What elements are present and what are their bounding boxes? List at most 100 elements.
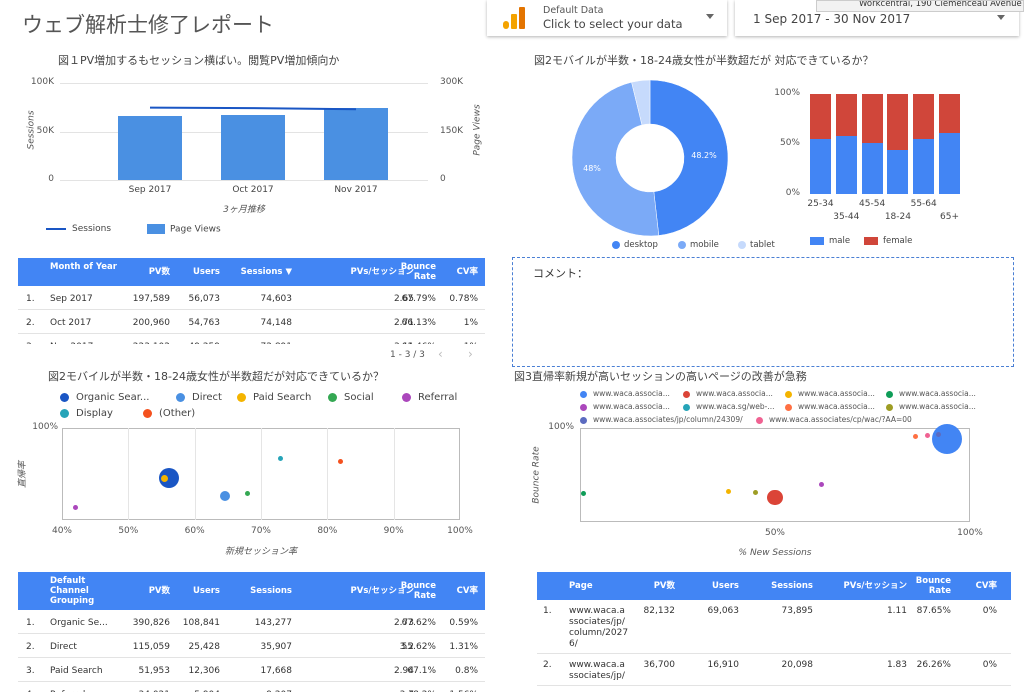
legend-dot [785, 390, 792, 398]
legend-item[interactable]: www.waca.associa... [886, 402, 976, 411]
table-cell: 143,277 [254, 618, 292, 628]
table-row[interactable]: 2. Oct 2017 200,960 54,763 74,148 2.71 66.13% 1… [18, 310, 485, 334]
female-bar [810, 94, 831, 139]
legend-item[interactable]: Referral [402, 392, 457, 403]
column-header[interactable]: Bounce Rate [398, 262, 436, 282]
male-bar [939, 133, 960, 194]
legend-item[interactable]: Paid Search [237, 392, 311, 403]
column-header[interactable]: Month of Year [50, 262, 120, 272]
legend-item[interactable]: Organic Sear... [60, 392, 149, 403]
x-tick-label: 25-34 [807, 199, 834, 209]
table-cell: 115,059 [132, 642, 170, 652]
column-header[interactable]: CV率 [442, 586, 478, 596]
device-donut-chart: 48.2% 48% [571, 79, 729, 237]
monthly-table: Month of Year PV数 Users Sessions ▼ PVs/セッション… [18, 258, 485, 344]
table-row[interactable]: 1. Organic Se... 390,826 108,841 143,277 2.73… [18, 610, 485, 634]
scatter-point[interactable] [219, 491, 230, 502]
table-cell: 54,763 [188, 318, 221, 328]
data-source-selector[interactable]: Default Data Click to select your data [487, 0, 727, 36]
male-bar [887, 150, 909, 194]
table-row[interactable]: 3. Paid Search 51,953 12,306 17,668 2.94 67.1%… [18, 658, 485, 682]
table-cell: 67.79% [401, 294, 436, 304]
x-axis-label: % New Sessions [738, 548, 812, 558]
table-row[interactable]: 2. Direct 115,059 25,428 35,907 3.2 55.62% 1.31… [18, 634, 485, 658]
column-header[interactable]: Sessions [224, 586, 292, 596]
column-header[interactable]: Page [569, 581, 633, 591]
legend-label: female [883, 236, 913, 246]
column-header[interactable]: PV数 [627, 581, 675, 591]
next-page-button[interactable]: › [468, 347, 473, 361]
scatter-point[interactable] [924, 433, 930, 439]
legend-item[interactable]: www.waca.associa... [580, 389, 670, 398]
column-header[interactable]: Default Channel Grouping [50, 576, 120, 606]
column-header[interactable]: Sessions [749, 581, 813, 591]
legend-item[interactable]: www.waca.associa... [785, 389, 875, 398]
table-cell: Organic Se... [50, 618, 108, 628]
table-row[interactable]: 3.Nov 2017223,10249,25972,8913.1161.46%1… [18, 334, 485, 344]
scatter-point[interactable] [931, 424, 962, 455]
table-cell: 17,668 [260, 666, 293, 676]
column-header[interactable]: Users [168, 267, 220, 277]
table-cell: 12,306 [188, 666, 221, 676]
page-table: Page PV数 Users Sessions PVs/セッション Bounce Rate… [537, 572, 1011, 692]
gridline [194, 428, 196, 520]
column-header[interactable]: Users [168, 586, 220, 596]
prev-page-button[interactable]: ‹ [438, 347, 443, 361]
x-tick-label: 55-64 [910, 199, 937, 209]
legend-item[interactable]: Direct [176, 392, 222, 403]
gender-stacked-chart: 100% 50% 0% 25-34 35-44 45-54 18-24 55-64 65+ mal… [772, 84, 972, 246]
scatter-point[interactable] [912, 433, 918, 439]
y-top-tick: 100% [548, 422, 574, 432]
table-row[interactable]: 2. www.waca.a ssociates/jp/36,700 16,910 20… [537, 654, 1011, 686]
table-cell: 26.26% [916, 660, 951, 670]
x-tick-label: 100% [957, 528, 983, 538]
legend-item-mobile: mobile [678, 240, 719, 250]
column-header[interactable]: Sessions ▼ [224, 267, 292, 277]
table-cell: 67.62% [401, 618, 436, 628]
legend-item[interactable]: www.waca.associa... [886, 389, 976, 398]
female-bar [913, 94, 935, 139]
legend-dot [886, 403, 893, 411]
legend-item[interactable]: (Other) [143, 408, 195, 419]
column-header[interactable]: PV数 [114, 267, 170, 277]
comment-box[interactable]: コメント： [512, 257, 1014, 367]
legend-item[interactable]: www.waca.sg/web-... [683, 402, 775, 411]
legend-item[interactable]: www.waca.associa... [580, 402, 670, 411]
legend-swatch [810, 236, 824, 245]
legend-label: Organic Sear... [76, 392, 150, 403]
y-axis-label: Bounce Rate [531, 446, 542, 504]
x-tick-label: 35-44 [833, 212, 860, 222]
legend-bar-swatch [147, 224, 165, 234]
table-cell: 0.78% [449, 294, 478, 304]
y-tick-label: 50% [779, 138, 800, 148]
scatter-point[interactable] [767, 489, 783, 506]
table-cell: 0% [982, 606, 997, 616]
column-header[interactable]: CV率 [442, 267, 478, 277]
column-header[interactable]: Bounce Rate [398, 581, 436, 601]
table-cell: 197,589 [132, 294, 170, 304]
table-cell: 49,259 [168, 342, 221, 344]
legend-item[interactable]: Social [328, 392, 374, 403]
column-header[interactable]: PV数 [114, 586, 170, 596]
legend-dot [683, 403, 690, 411]
table-header: Month of Year PV数 Users Sessions ▼ PVs/セッション… [18, 258, 485, 286]
legend-item[interactable]: www.waca.associa... [785, 402, 875, 411]
chart2-title: 図2モバイルが半数・18-24歳女性が半数超だが 対応できているか？ [534, 54, 874, 67]
legend-item[interactable]: Display [60, 408, 113, 419]
legend-label: Referral [418, 392, 458, 403]
data-source-name: Default Data [543, 5, 604, 16]
table-row[interactable]: 4.Referral34,0215,9049,2073.748.2%1.56% [18, 682, 485, 692]
column-header[interactable]: PVs/セッション [819, 581, 907, 591]
table-row[interactable]: 1. Sep 2017 197,589 56,073 74,603 2.65 67.79% 0… [18, 286, 485, 310]
scatter-point[interactable] [72, 504, 78, 510]
table-cell: 0.8% [455, 666, 478, 676]
legend-label: (Other) [159, 408, 196, 419]
column-header[interactable]: Bounce Rate [907, 576, 951, 596]
table-cell: 108,841 [182, 618, 220, 628]
legend-dot [237, 392, 246, 402]
table-row[interactable]: 1. www.waca.a ssociates/jp/ column/2027 6… [537, 600, 1011, 654]
table-cell: 1% [442, 342, 478, 344]
column-header[interactable]: CV率 [959, 581, 997, 591]
legend-item[interactable]: www.waca.associa... [683, 389, 773, 398]
column-header[interactable]: Users [677, 581, 739, 591]
